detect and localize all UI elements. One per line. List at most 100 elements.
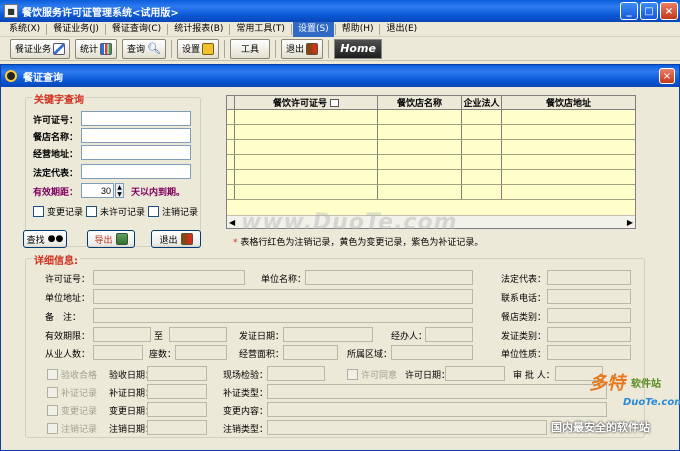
menu-exit[interactable]: 退出(E)	[381, 22, 422, 37]
license-business-button[interactable]: 餐证业务	[10, 38, 71, 59]
detail-unit-nature-label: 单位性质：	[501, 350, 547, 360]
detail-valid-from-field	[93, 327, 151, 342]
detail-unit-name-label: 单位名称：	[261, 275, 307, 285]
detail-license-no-label: 许可证号：	[45, 275, 91, 285]
results-table[interactable]: 餐饮许可证号 餐饮店名称 企业法人 餐饮店地址 ◀ ▶	[226, 95, 636, 229]
col-legal-rep[interactable]: 企业法人	[462, 96, 502, 109]
cancel-record-checkbox[interactable]: 注销记录	[148, 205, 198, 218]
table-cell	[235, 140, 378, 154]
menu-reports[interactable]: 统计报表(B)	[169, 22, 228, 37]
table-cell	[378, 170, 462, 184]
exit-toolbar-button[interactable]: 退出	[281, 38, 324, 59]
tools-label: 工具	[241, 45, 260, 55]
stats-button[interactable]: 统计	[75, 38, 118, 59]
chart-icon	[100, 42, 113, 55]
close-button[interactable]: ×	[660, 2, 678, 20]
table-row[interactable]	[227, 155, 635, 170]
unlicensed-record-checkbox[interactable]: 未许可记录	[86, 205, 145, 218]
binoculars-icon: ●●	[47, 234, 64, 244]
table-row[interactable]	[227, 140, 635, 155]
table-cell	[502, 185, 635, 199]
menu-help[interactable]: 帮助(H)	[337, 22, 379, 37]
detail-unit-name-field	[305, 270, 473, 285]
query-label: 查询	[127, 45, 146, 55]
menu-tools[interactable]: 常用工具(T)	[231, 22, 290, 37]
license-business-label: 餐证业务	[15, 45, 52, 55]
subwindow-title: 餐证查询	[23, 72, 63, 84]
license-no-input[interactable]	[81, 111, 191, 126]
watermark-text: www.DuoTe.com	[241, 210, 458, 235]
period-suffix: 天以内到期。	[131, 188, 186, 198]
table-cell	[235, 155, 378, 169]
detail-license-no-field	[93, 270, 245, 285]
stepper-arrows[interactable]: ▲ ▼	[115, 183, 124, 198]
subwindow-close-button[interactable]: ×	[659, 68, 675, 84]
detail-seats-field	[175, 345, 227, 360]
maximize-button[interactable]: □	[640, 2, 658, 20]
magnifier-icon: 🔍︎	[147, 42, 162, 55]
col-shop-address[interactable]: 餐饮店地址	[502, 96, 635, 109]
table-row[interactable]	[227, 125, 635, 140]
search-button[interactable]: 查找 ●●	[23, 230, 67, 248]
table-cell	[378, 110, 462, 124]
cancel-history-checkbox: 注销记录	[47, 422, 97, 435]
change-history-checkbox: 变更记录	[47, 404, 97, 417]
home-button[interactable]: Home	[334, 38, 383, 59]
table-cell	[235, 185, 378, 199]
detail-permit-date-field	[445, 366, 505, 381]
exit-button[interactable]: 退出	[151, 230, 201, 248]
detail-issue-type-field	[547, 327, 631, 342]
stats-label: 统计	[80, 45, 99, 55]
detail-supp-type-label: 补证类型：	[223, 389, 269, 399]
detail-cancel-date-field	[147, 420, 207, 435]
detail-title: 详细信息:	[32, 252, 80, 267]
license-no-label: 许可证号：	[33, 116, 79, 126]
settings-button[interactable]: 设置	[177, 38, 220, 59]
detail-shop-type-label: 餐店类别：	[501, 313, 547, 323]
detail-handler-field	[425, 327, 473, 342]
exit-toolbar-label: 退出	[286, 45, 305, 55]
detail-shop-type-field	[547, 308, 631, 323]
detail-accept-date-field	[147, 366, 207, 381]
col-shop-name[interactable]: 餐饮店名称	[378, 96, 462, 109]
exit-door-icon	[306, 42, 319, 55]
tools-button[interactable]: 工具	[230, 38, 271, 59]
query-button[interactable]: 查询 🔍︎	[122, 38, 167, 59]
scroll-left-icon[interactable]: ◀	[229, 218, 235, 227]
table-cell	[502, 155, 635, 169]
legal-rep-input[interactable]	[81, 164, 191, 179]
table-row[interactable]	[227, 110, 635, 125]
brand-small: 软件站	[631, 379, 661, 390]
menu-system[interactable]: 系统(X)	[4, 22, 45, 37]
col-license-no[interactable]: 餐饮许可证号	[235, 96, 378, 109]
table-cell	[502, 110, 635, 124]
detail-unit-addr-label: 单位地址：	[45, 294, 91, 304]
menu-settings[interactable]: 设置(S)	[292, 21, 334, 37]
scroll-right-icon[interactable]: ▶	[627, 218, 633, 227]
shop-name-input[interactable]	[81, 128, 191, 143]
detail-handler-label: 经办人：	[391, 332, 428, 342]
minimize-button[interactable]: _	[620, 2, 638, 20]
app-title: 餐饮服务许可证管理系统<试用版>	[22, 7, 179, 19]
detail-supp-type-field	[267, 384, 607, 399]
export-button[interactable]: 导出	[87, 230, 135, 248]
legend-note: * 表格行红色为注销记录，黄色为变更记录，紫色为补证记录。	[233, 238, 484, 248]
detail-valid-to-field	[169, 327, 227, 342]
accept-checkbox: 验收合格	[47, 368, 97, 381]
change-record-checkbox[interactable]: 变更记录	[33, 205, 83, 218]
detail-unit-addr-field	[93, 289, 473, 304]
address-input[interactable]	[81, 145, 191, 160]
menu-license-query[interactable]: 餐证查询(C)	[107, 22, 166, 37]
detail-remark-label: 备 注：	[45, 313, 82, 323]
detail-approver-label: 审 批 人：	[513, 371, 555, 381]
permit-ok-checkbox: 许可同意	[347, 368, 397, 381]
table-row[interactable]	[227, 170, 635, 185]
menu-license-business[interactable]: 餐证业务(J)	[48, 22, 104, 37]
period-stepper[interactable]	[81, 183, 114, 198]
table-row[interactable]	[227, 185, 635, 200]
supp-record-checkbox: 补证记录	[47, 386, 97, 399]
detail-site-check-field	[267, 366, 325, 381]
shop-name-label: 餐店名称：	[33, 133, 79, 143]
detail-supp-date-field	[147, 384, 207, 399]
detail-district-field	[391, 345, 473, 360]
